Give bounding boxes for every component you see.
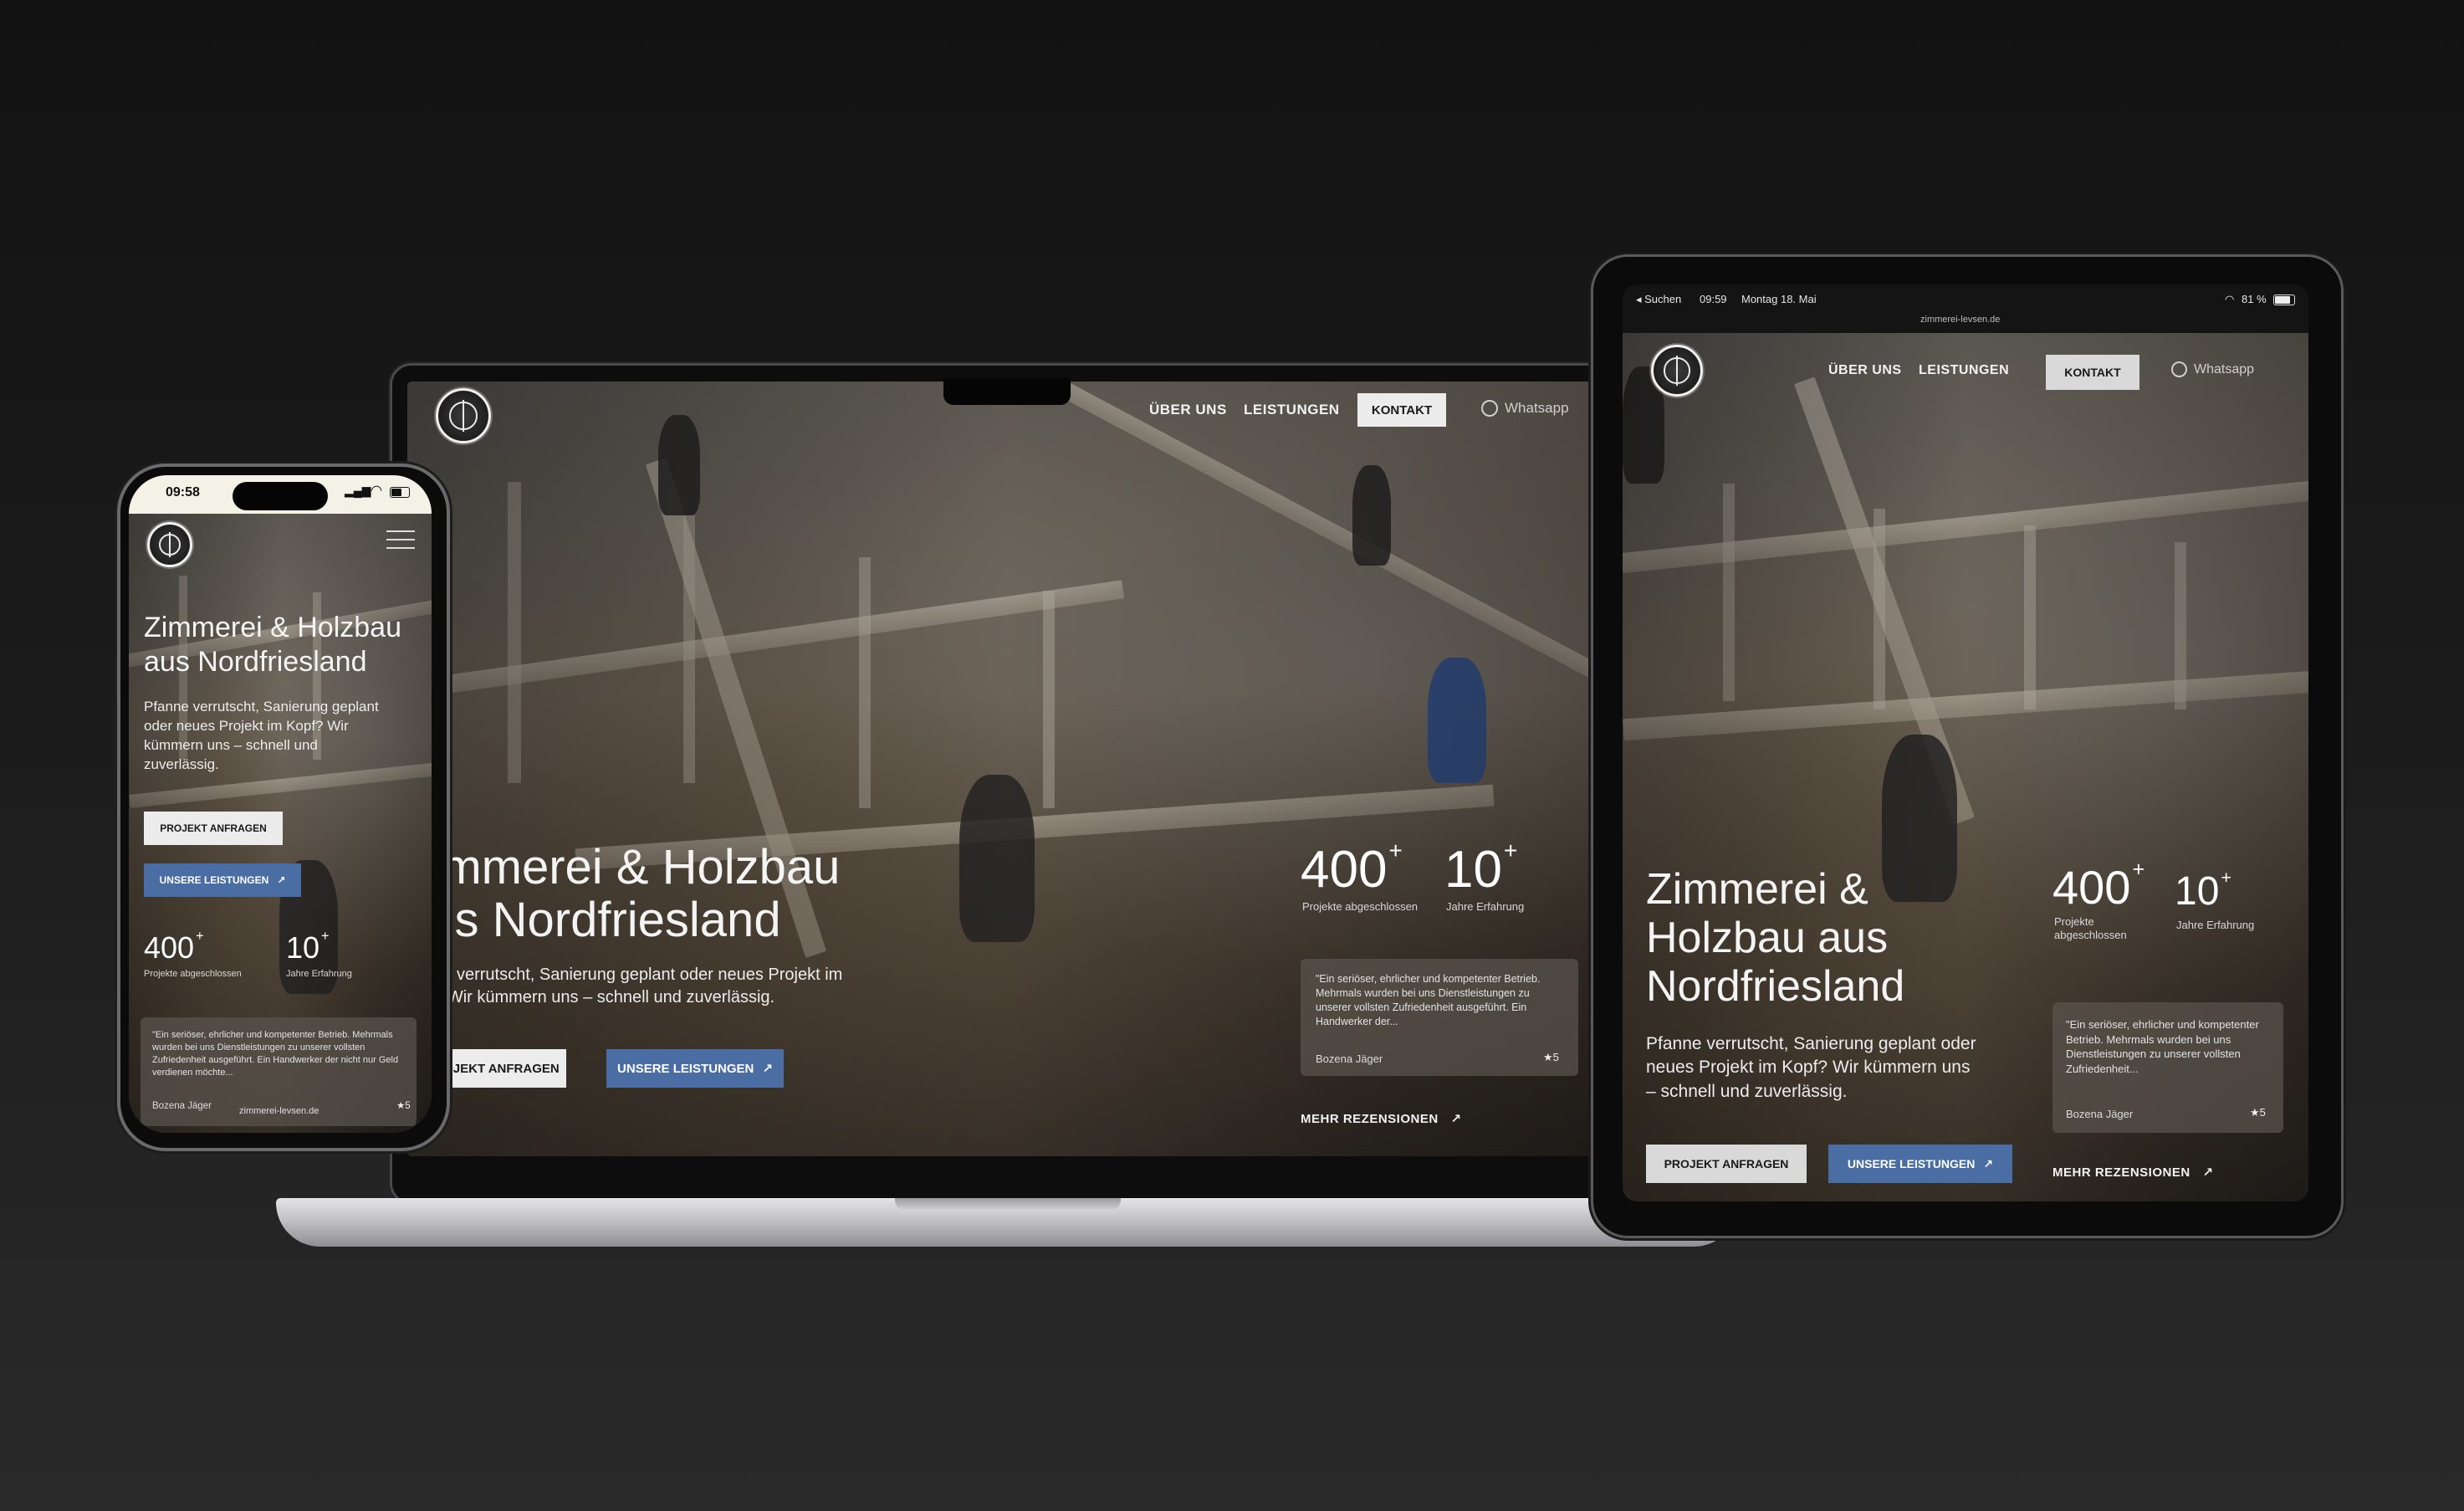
review-card[interactable]: "Ein seriöser, ehrlicher und kompetenter…	[2052, 1002, 2283, 1133]
hero-title-line2: aus Nordfriesland	[144, 645, 367, 678]
company-logo[interactable]	[1651, 345, 1703, 397]
tablet-url-bar[interactable]: zimmerei-levsen.de	[1920, 315, 2000, 325]
arrow-icon: ↗	[762, 1062, 773, 1076]
arrow-icon: ↗	[2202, 1165, 2214, 1180]
tablet-status-bar: ◂ Suchen 09:59 Montag 18. Mai ◠ 81 % zim…	[1623, 284, 2308, 333]
stat-years-value: 10+	[286, 929, 330, 966]
our-services-button[interactable]: UNSERE LEISTUNGEN ↗	[606, 1049, 784, 1088]
hero-title: Zimmerei & Holzbau aus Nordfriesland	[407, 840, 841, 947]
stat-projects-value: 400+	[144, 929, 204, 966]
hero-subtitle: Pfanne verrutscht, Sanierung geplant ode…	[407, 966, 843, 1006]
whatsapp-link[interactable]: Whatsapp	[2171, 361, 2254, 377]
stat-years-number: 10	[286, 930, 320, 965]
stat-projects-label: Projekte abgeschlossen	[1302, 900, 1419, 913]
stat-projects-suffix: +	[196, 929, 204, 945]
hero-title-line1: Zimmerei & Holzbau	[407, 840, 841, 894]
nav-contact-button[interactable]: KONTAKT	[2046, 355, 2139, 390]
battery-icon	[2273, 295, 2295, 305]
review-text: "Ein seriöser, ehrlicher und kompetenter…	[2066, 1018, 2259, 1075]
more-reviews-label: MEHR REZENSIONEN	[2052, 1165, 2191, 1180]
our-services-label: UNSERE LEISTUNGEN	[617, 1061, 754, 1076]
whatsapp-link[interactable]: Whatsapp	[1481, 400, 1569, 417]
hero-title: Zimmerei & Holzbau aus Nordfriesland	[144, 611, 428, 679]
more-reviews-label: MEHR REZENSIONEN	[1301, 1112, 1439, 1126]
stat-years-suffix: +	[1503, 837, 1518, 864]
hero-title-line2: aus Nordfriesland	[407, 892, 781, 947]
review-author: Bozena Jäger	[152, 1101, 212, 1111]
review-text: "Ein seriöser, ehrlicher und kompetenter…	[1316, 973, 1541, 1027]
arrow-icon: ↗	[1983, 1156, 1994, 1170]
whatsapp-label: Whatsapp	[2194, 361, 2255, 376]
company-logo[interactable]	[436, 388, 491, 443]
review-author: Bozena Jäger	[1316, 1053, 1383, 1065]
stat-projects-number: 400	[2052, 861, 2131, 914]
hero-title-line1: Zimmerei & Holzbau	[144, 612, 401, 643]
stat-years-label: Jahre Erfahrung	[286, 969, 352, 979]
arrow-icon: ↗	[1450, 1112, 1462, 1126]
hero-title: Zimmerei & Holzbau aus Nordfriesland	[1646, 865, 1964, 1012]
tablet-date: Montag 18. Mai	[1741, 293, 1817, 305]
whatsapp-icon	[2171, 361, 2187, 377]
request-project-button[interactable]: PROJEKT ANFRAGEN	[1646, 1145, 1807, 1183]
tablet-screen: ◂ Suchen 09:59 Montag 18. Mai ◠ 81 % zim…	[1623, 284, 2308, 1201]
arrow-icon: ↗	[277, 874, 286, 886]
our-services-button[interactable]: UNSERE LEISTUNGEN ↗	[144, 863, 301, 897]
tablet-battery-text: 81 %	[2242, 293, 2267, 305]
hero-subtitle: Pfanne verrutscht, Sanierung geplant ode…	[144, 699, 379, 772]
nav-contact-button[interactable]: KONTAKT	[1357, 393, 1446, 427]
laptop-opening-notch	[895, 1198, 1121, 1211]
stat-years-suffix: +	[321, 929, 330, 945]
tablet-time: 09:59	[1700, 293, 1727, 305]
stat-projects-label: Projekte abgeschlossen	[2054, 915, 2127, 941]
our-services-button[interactable]: UNSERE LEISTUNGEN ↗	[1828, 1145, 2012, 1183]
request-project-button[interactable]: PROJEKT ANFRAGEN	[144, 812, 283, 845]
nav-link-about[interactable]: ÜBER UNS	[1149, 402, 1227, 418]
nav-link-about[interactable]: ÜBER UNS	[1828, 363, 1902, 378]
stat-years-label: Jahre Erfahrung	[2176, 919, 2255, 931]
our-services-label: UNSERE LEISTUNGEN	[1847, 1157, 1976, 1170]
stat-projects-number: 400	[144, 930, 195, 965]
stat-years-value: 10+	[1444, 837, 1518, 899]
stat-years-value: 10+	[2175, 866, 2232, 914]
stat-projects-number: 400	[1301, 841, 1388, 899]
stat-years-number: 10	[2175, 869, 2220, 914]
hero-subtitle: Pfanne verrutscht, Sanierung geplant ode…	[1646, 1034, 1976, 1101]
phone-page: Zimmerei & Holzbau aus Nordfriesland Pfa…	[129, 475, 432, 1133]
our-services-label: UNSERE LEISTUNGEN	[159, 874, 269, 886]
phone-url-bar[interactable]: zimmerei-levsen.de	[239, 1106, 319, 1116]
stat-projects-value: 400+	[2052, 858, 2145, 914]
stat-projects-suffix: +	[1388, 837, 1403, 864]
review-rating: ★5	[1543, 1051, 1559, 1063]
laptop-screen: ÜBER UNS LEISTUNGEN KONTAKT Whatsapp Zim…	[407, 382, 1607, 1156]
laptop-camera-notch	[943, 378, 1071, 405]
whatsapp-icon	[1481, 400, 1498, 417]
more-reviews-link[interactable]: MEHR REZENSIONEN ↗	[2052, 1165, 2213, 1180]
whatsapp-label: Whatsapp	[1505, 400, 1569, 416]
stat-projects-suffix: +	[2132, 858, 2145, 882]
wifi-icon: ◠	[2225, 293, 2235, 305]
nav-link-services[interactable]: LEISTUNGEN	[1244, 402, 1340, 418]
stat-years-label: Jahre Erfahrung	[1446, 900, 1525, 913]
stat-years-suffix: +	[2221, 866, 2232, 888]
more-reviews-link[interactable]: MEHR REZENSIONEN ↗	[1301, 1111, 1461, 1126]
hamburger-menu-icon[interactable]	[386, 530, 415, 549]
review-rating: ★5	[396, 1101, 411, 1111]
review-text: "Ein seriöser, ehrlicher und kompetenter…	[152, 1030, 399, 1078]
review-rating: ★5	[2250, 1106, 2266, 1119]
tablet-back-link[interactable]: ◂ Suchen	[1636, 293, 1681, 306]
tablet-page: ÜBER UNS LEISTUNGEN KONTAKT Whatsapp Zim…	[1623, 333, 2308, 1201]
nav-link-services[interactable]: LEISTUNGEN	[1919, 363, 2009, 378]
stat-years-number: 10	[1444, 841, 1502, 899]
stat-projects-value: 400+	[1301, 837, 1403, 899]
review-card[interactable]: "Ein seriöser, ehrlicher und kompetenter…	[1301, 959, 1578, 1076]
company-logo[interactable]	[147, 522, 192, 567]
stat-projects-label: Projekte abgeschlossen	[144, 969, 242, 979]
review-author: Bozena Jäger	[2066, 1108, 2134, 1120]
